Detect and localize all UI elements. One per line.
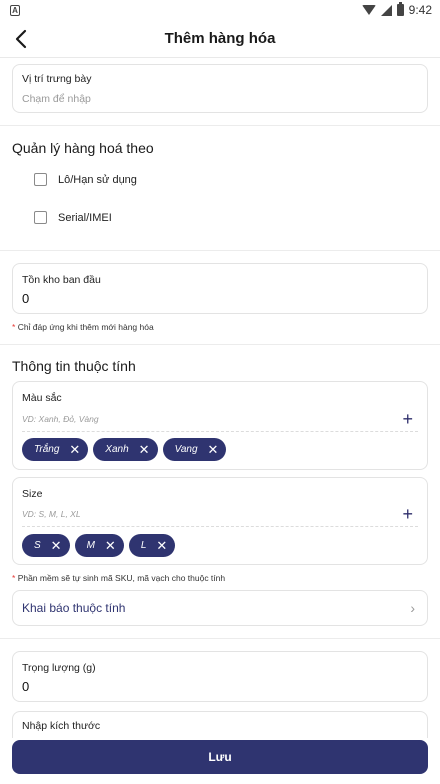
sku-note: * Phần mềm sẽ tự sinh mã SKU, mã vạch ch… — [12, 573, 225, 583]
chip-label: Xanh — [105, 444, 129, 455]
add-attribute-value-icon[interactable]: + — [402, 410, 413, 428]
initial-stock-note: * Chỉ đáp ứng khi thêm mới hàng hóa — [12, 322, 154, 332]
attribute-values: S ✕ M ✕ L ✕ — [22, 534, 176, 557]
attribute-name: Màu sắc — [22, 392, 62, 404]
weight-value: 0 — [22, 679, 30, 694]
initial-stock-note-text: Chỉ đáp ứng khi thêm mới hàng hóa — [17, 322, 154, 332]
attribute-value-chip[interactable]: M ✕ — [74, 534, 124, 557]
initial-stock-label: Tồn kho ban đầu — [22, 274, 101, 286]
status-bar: A 9:42 — [0, 0, 440, 20]
initial-stock-value: 0 — [22, 291, 30, 306]
chip-label: Vang — [174, 444, 198, 455]
checkbox-icon[interactable] — [34, 211, 47, 224]
remove-chip-icon[interactable]: ✕ — [208, 443, 219, 456]
chip-label: L — [140, 540, 147, 551]
dashed-divider — [22, 526, 418, 527]
attribute-hint: VD: S, M, L, XL — [22, 509, 81, 519]
chip-label: Trắng — [34, 444, 60, 455]
required-star: * — [12, 322, 16, 332]
checkbox-serial-imei[interactable]: Serial/IMEI — [34, 211, 112, 224]
checkbox-icon[interactable] — [34, 173, 47, 186]
chip-label: M — [86, 540, 95, 551]
attribute-value-chip[interactable]: S ✕ — [22, 534, 70, 557]
attribute-card-size[interactable]: Size VD: S, M, L, XL + S ✕ M ✕ L ✕ — [12, 477, 428, 565]
dimensions-label: Nhập kích thước — [22, 720, 101, 732]
attribute-value-chip[interactable]: Trắng ✕ — [22, 438, 89, 461]
attribute-value-chip[interactable]: Xanh ✕ — [93, 438, 158, 461]
remove-chip-icon[interactable]: ✕ — [51, 539, 62, 552]
display-location-field[interactable]: Vị trí trưng bày Chạm để nhập — [12, 64, 428, 113]
attribute-value-chip[interactable]: Vang ✕ — [162, 438, 227, 461]
remove-chip-icon[interactable]: ✕ — [105, 539, 116, 552]
divider — [0, 125, 440, 126]
weight-field[interactable]: Trọng lượng (g) 0 — [12, 651, 428, 702]
app-header: Thêm hàng hóa — [0, 20, 440, 58]
attribute-value-chip[interactable]: L ✕ — [128, 534, 176, 557]
back-arrow-icon[interactable] — [10, 28, 32, 50]
attribute-card-color[interactable]: Màu sắc VD: Xanh, Đỏ, Vàng + Trắng ✕ Xan… — [12, 381, 428, 470]
cell-signal-icon — [380, 4, 392, 16]
checkbox-lot-expiry[interactable]: Lô/Hạn sử dụng — [34, 173, 137, 186]
chip-label: S — [34, 540, 41, 551]
attribute-values: Trắng ✕ Xanh ✕ Vang ✕ — [22, 438, 227, 461]
page-title: Thêm hàng hóa — [164, 30, 276, 47]
remove-chip-icon[interactable]: ✕ — [156, 539, 167, 552]
declare-attributes-button[interactable]: Khai báo thuộc tính › — [12, 590, 428, 626]
divider — [0, 250, 440, 251]
initial-stock-field[interactable]: Tồn kho ban đầu 0 — [12, 263, 428, 314]
dashed-divider — [22, 431, 418, 432]
remove-chip-icon[interactable]: ✕ — [69, 443, 80, 456]
attribute-name: Size — [22, 488, 43, 500]
checkbox-label: Lô/Hạn sử dụng — [58, 173, 137, 186]
divider — [0, 344, 440, 345]
declare-attributes-label: Khai báo thuộc tính — [22, 601, 126, 615]
wifi-icon — [361, 5, 376, 15]
dimensions-field[interactable]: Nhập kích thước — [12, 711, 428, 738]
form-content[interactable]: Vị trí trưng bày Chạm để nhập Quản lý hà… — [0, 58, 440, 738]
battery-icon — [396, 2, 404, 16]
weight-label: Trọng lượng (g) — [22, 662, 96, 674]
chevron-right-icon: › — [410, 600, 415, 616]
checkbox-label: Serial/IMEI — [58, 211, 112, 224]
attribute-hint: VD: Xanh, Đỏ, Vàng — [22, 414, 99, 424]
status-time: 9:42 — [408, 3, 432, 17]
sim-card-icon: A — [10, 4, 20, 16]
required-star: * — [12, 573, 16, 583]
divider — [0, 638, 440, 639]
sku-note-text: Phần mềm sẽ tự sinh mã SKU, mã vạch cho … — [17, 573, 226, 583]
remove-chip-icon[interactable]: ✕ — [139, 443, 150, 456]
manage-by-title: Quản lý hàng hoá theo — [12, 140, 154, 156]
attributes-title: Thông tin thuộc tính — [12, 358, 136, 374]
display-location-placeholder: Chạm để nhập — [22, 93, 91, 105]
add-attribute-value-icon[interactable]: + — [402, 505, 413, 523]
save-button[interactable]: Lưu — [12, 740, 428, 774]
display-location-label: Vị trí trưng bày — [22, 73, 92, 85]
footer: Lưu — [0, 738, 440, 784]
